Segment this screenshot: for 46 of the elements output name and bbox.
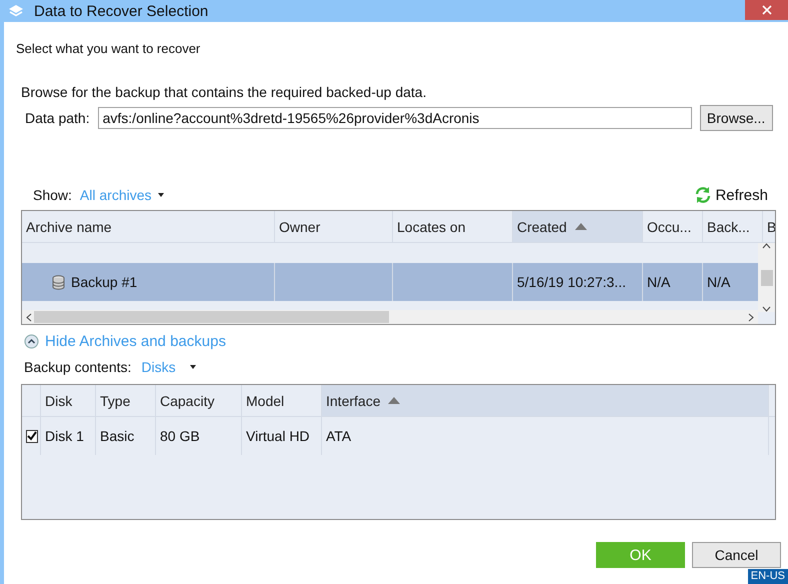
table-cell: Backup #1 xyxy=(71,274,138,290)
column-header[interactable]: Occu... xyxy=(643,211,703,242)
close-icon[interactable] xyxy=(762,5,772,15)
horizontal-scrollbar[interactable] xyxy=(22,310,758,324)
scroll-right-icon[interactable] xyxy=(748,312,754,322)
layers-icon xyxy=(8,4,24,18)
show-label: Show: xyxy=(33,187,72,203)
close-button[interactable] xyxy=(745,0,788,20)
column-header[interactable]: Disk xyxy=(41,385,96,416)
cancel-button[interactable]: Cancel xyxy=(692,542,781,568)
database-icon xyxy=(52,274,65,290)
scroll-left-icon[interactable] xyxy=(26,312,32,322)
table-cell: 5/16/19 10:27:3... xyxy=(517,274,626,290)
column-header[interactable]: Capacity xyxy=(156,385,242,416)
scroll-thumb[interactable] xyxy=(760,270,772,286)
sort-ascending-icon xyxy=(574,223,587,230)
table-cell: Disk 1 xyxy=(45,428,84,444)
column-header[interactable]: Owner xyxy=(275,211,393,242)
table-cell: N/A xyxy=(707,274,730,290)
table-cell: N/A xyxy=(647,274,670,290)
language-indicator[interactable]: EN-US xyxy=(748,569,788,584)
column-header[interactable]: Type xyxy=(96,385,156,416)
table-row[interactable]: Backup #1 5/16/19 10:27:3... N/A N/A xyxy=(22,263,758,301)
section-heading: Select what you want to recover xyxy=(16,41,202,57)
table-cell: ATA xyxy=(326,428,352,444)
refresh-icon[interactable] xyxy=(694,186,712,204)
column-header[interactable]: Archive name xyxy=(22,211,275,242)
column-header[interactable]: Created xyxy=(513,211,643,242)
data-path-field[interactable]: avfs:/online?account%3dretd-19565%26provider%3dAcronis xyxy=(98,107,692,129)
field-label: Data path: xyxy=(25,110,90,126)
sort-ascending-icon xyxy=(388,397,400,404)
browse-button[interactable]: Browse... xyxy=(700,105,773,131)
table-cell: Virtual HD xyxy=(246,428,310,444)
instruction-text: Browse for the backup that contains the required backed-up data. xyxy=(21,84,428,101)
scroll-up-icon[interactable] xyxy=(762,243,771,249)
column-header[interactable]: Back... xyxy=(703,211,763,242)
table-cell: Basic xyxy=(100,428,134,444)
vertical-scrollbar[interactable] xyxy=(758,243,775,312)
checkbox[interactable] xyxy=(26,430,38,442)
table-cell: 80 GB xyxy=(160,428,200,444)
scroll-down-icon[interactable] xyxy=(762,306,771,312)
contents-label: Backup contents: xyxy=(24,359,132,375)
window-title: Data to Recover Selection xyxy=(34,2,208,20)
collapse-icon[interactable] xyxy=(24,334,39,349)
column-header[interactable]: Interface xyxy=(322,385,769,416)
refresh-button[interactable]: Refresh xyxy=(694,186,768,204)
